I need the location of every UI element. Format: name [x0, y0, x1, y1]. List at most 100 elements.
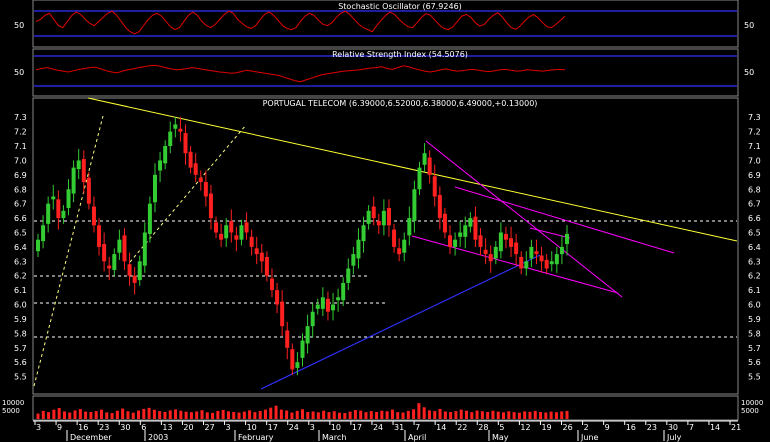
month-label: May [492, 433, 509, 442]
volume-bar [353, 410, 357, 419]
candle-body [163, 146, 168, 164]
channel-short-line [529, 227, 571, 239]
candle-body [91, 206, 96, 226]
volume-bar [269, 407, 273, 419]
volume-bar [147, 407, 151, 419]
day-label: 22 [457, 423, 467, 432]
day-label: 19 [541, 423, 551, 432]
candle-body [524, 261, 529, 269]
candle-body [219, 233, 224, 240]
price-tick-right: 7.1 [748, 142, 761, 151]
candle-body [351, 254, 356, 266]
volume-bar [158, 411, 162, 419]
day-label: 28 [478, 423, 488, 432]
volume-bar [62, 411, 66, 419]
candle-body [152, 174, 157, 203]
volume-bar [549, 411, 553, 419]
volume-bar [464, 410, 468, 419]
volume-bar [491, 410, 495, 419]
candle-body [285, 330, 290, 348]
volume-bar [544, 412, 548, 419]
candle-body [97, 225, 102, 247]
volume-bar [258, 411, 262, 419]
month-label: April [408, 433, 426, 442]
candle-body [61, 210, 66, 219]
volume-bar [195, 411, 199, 419]
volume-bar [375, 411, 379, 419]
candle-body [173, 124, 178, 129]
day-label: 9 [57, 423, 62, 432]
rsi-group: Relative Strength Index (54.5076) 50 50 [14, 50, 754, 87]
candle-body [392, 229, 397, 247]
x-axis: 3 9 16 23 30 6 13 20 27 3 10 17 24 3 10 17 24 31 7 14 22 28 5 1… [33, 420, 741, 442]
stochastic-group: Stochastic Oscillator (67.9246) 50 50 [14, 2, 754, 37]
candle-body [208, 193, 213, 219]
candle-body [478, 235, 483, 247]
candle-body [112, 254, 117, 270]
volume-bar [253, 412, 257, 419]
candle-body [224, 225, 229, 239]
candle-body [534, 251, 539, 255]
day-label: 3 [310, 423, 315, 432]
volume-bar [121, 408, 125, 419]
volume-bar [322, 410, 326, 419]
candle-body [46, 203, 51, 224]
day-label: 7 [415, 423, 420, 432]
month-label: 2003 [148, 433, 168, 442]
volume-bar [523, 411, 527, 419]
volume-bar [359, 410, 363, 419]
candle-body [503, 233, 508, 240]
rsi-line [35, 64, 566, 83]
candle-body [529, 246, 534, 259]
candle-body [514, 242, 519, 255]
volume-bar [380, 410, 384, 419]
day-label: 10 [331, 423, 341, 432]
candle-body [437, 195, 442, 219]
candle-body [76, 160, 81, 170]
candle-body [147, 203, 152, 234]
candle-body [51, 196, 56, 200]
volume-bar [237, 412, 241, 419]
volume-bar [200, 410, 204, 419]
candle-body [36, 239, 40, 252]
volume-bar [78, 409, 82, 419]
price-tick-right: 6.9 [748, 171, 761, 180]
candle-body [66, 189, 71, 208]
volume-bar [406, 410, 410, 419]
volume-bar [480, 411, 484, 419]
price-tick-right: 5.9 [748, 315, 761, 324]
candle-body [310, 311, 315, 327]
candle-body [198, 177, 203, 183]
price-tick-right: 6.7 [748, 200, 761, 209]
day-label: 30 [120, 423, 130, 432]
day-label: 20 [183, 423, 193, 432]
candle-body [239, 225, 244, 240]
volume-bar [52, 409, 56, 419]
day-label: 17 [352, 423, 362, 432]
volume-bar [216, 410, 220, 419]
volume-bar [152, 409, 156, 419]
candle-body [188, 151, 193, 168]
candle-body [325, 298, 330, 312]
volume-bar [422, 407, 426, 419]
volume-bar [184, 411, 188, 419]
candle-body [376, 220, 381, 226]
volume-bar [427, 410, 431, 419]
volume-bar [316, 412, 320, 419]
price-tick-left: 5.7 [14, 344, 27, 353]
volume-bar [396, 412, 400, 419]
volume-bar [47, 412, 51, 419]
volume-bar [486, 411, 490, 419]
rising-support-trendline-2 [129, 124, 247, 263]
price-tick-right: 6.1 [748, 286, 761, 295]
volume-bar [263, 409, 267, 419]
volume-bar [539, 411, 543, 419]
volume-bar [126, 411, 130, 419]
volume-bar [110, 413, 114, 419]
volume-tick-5000-right: 5000 [741, 407, 759, 415]
price-tick-left: 6.1 [14, 286, 27, 295]
volume-bar [221, 410, 225, 419]
month-label: December [70, 433, 112, 442]
volume-tick-10000-left: 10000 [2, 399, 24, 407]
price-tick-right: 7.3 [748, 113, 761, 122]
